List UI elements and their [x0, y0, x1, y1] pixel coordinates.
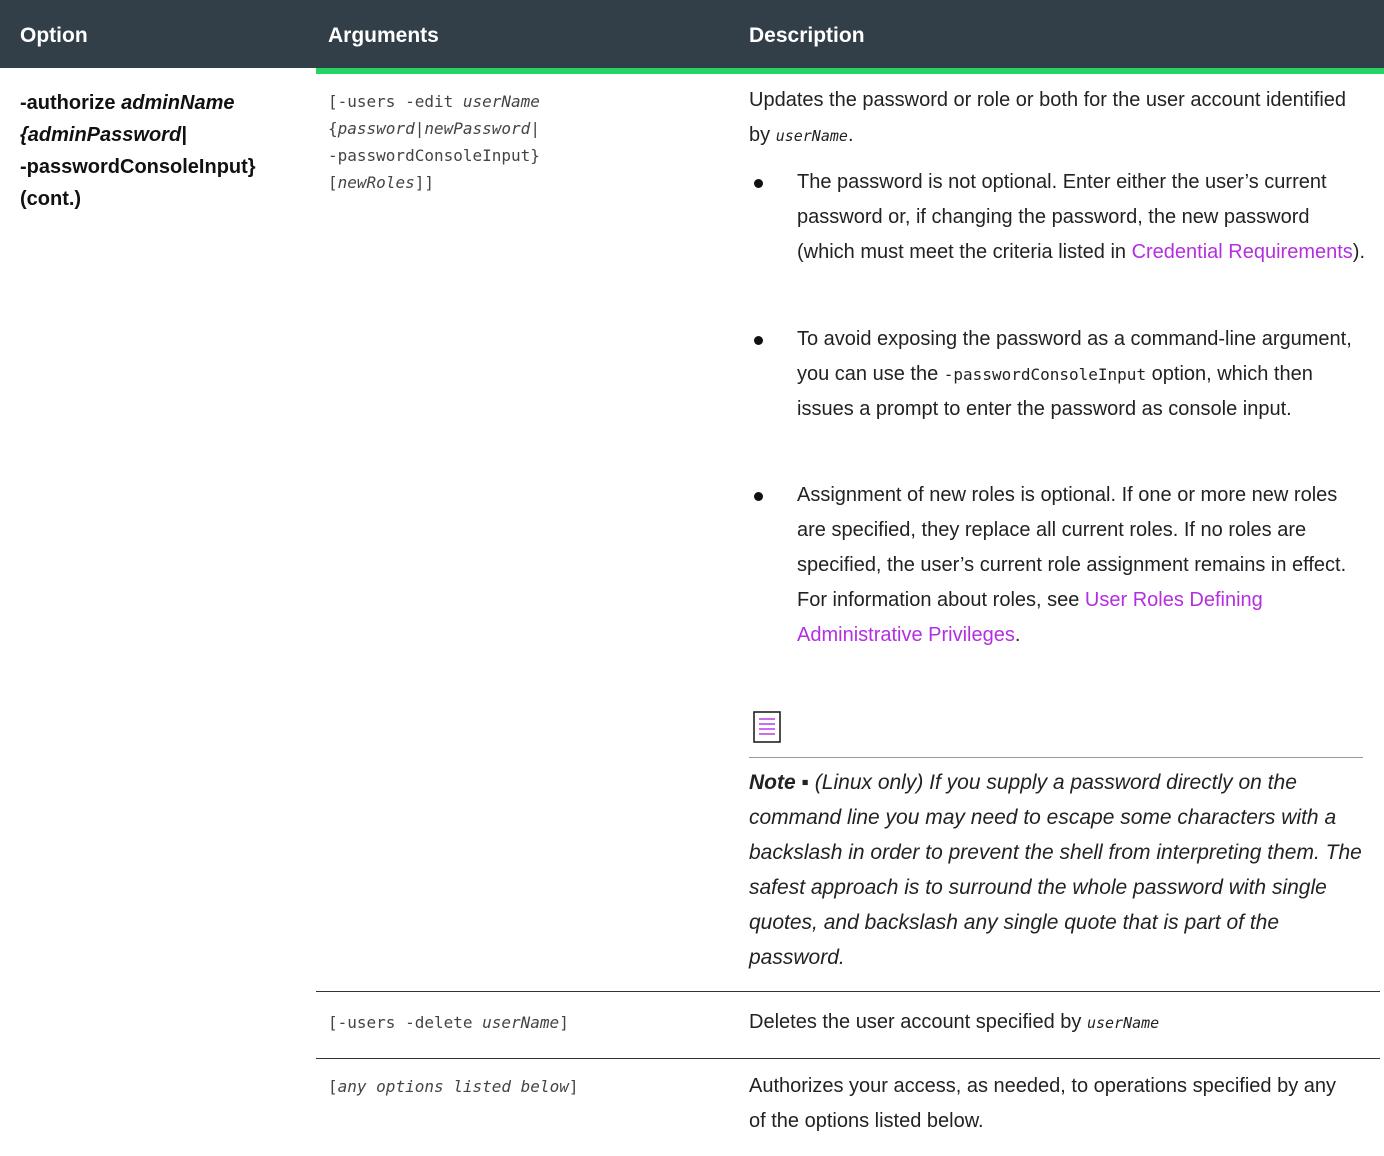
option-line-4: (cont.)	[20, 188, 82, 210]
desc-users-edit: Updates the password or role or both for…	[749, 89, 1347, 146]
table-header: Option Arguments Description	[0, 0, 1384, 68]
link-credential-requirements[interactable]: Credential Requirements	[1132, 241, 1353, 263]
row-divider	[316, 991, 1380, 992]
note-text: Note ▪ (Linux only) If you supply a pass…	[749, 771, 1362, 969]
args-users-edit: [-users -edit userName {password|newPass…	[328, 92, 540, 192]
bullet-dot-icon	[754, 336, 763, 345]
option-line-2: {adminPassword|	[20, 124, 187, 146]
note-icon	[753, 711, 781, 743]
args-any-options: [any options listed below]	[328, 1077, 579, 1096]
header-arguments: Arguments	[328, 24, 439, 47]
header-accent-bar	[316, 68, 1384, 74]
header-description: Description	[749, 24, 865, 47]
desc-users-delete: Deletes the user account specified by us…	[749, 1011, 1160, 1033]
document-page: Option Arguments Description -authorize …	[0, 0, 1384, 1156]
note-divider	[749, 757, 1363, 758]
bullet-dot-icon	[754, 492, 763, 501]
option-line-3: -passwordConsoleInput}	[20, 156, 256, 178]
option-line-1: -authorize adminName	[20, 92, 235, 114]
option-name: -authorize adminName {adminPassword| -pa…	[20, 87, 300, 215]
args-users-delete: [-users -delete userName]	[328, 1013, 569, 1032]
bullet-dot-icon	[754, 179, 763, 188]
header-option: Option	[20, 24, 88, 47]
desc-any-options: Authorizes your access, as needed, to op…	[749, 1075, 1337, 1132]
row-divider	[316, 1058, 1380, 1059]
